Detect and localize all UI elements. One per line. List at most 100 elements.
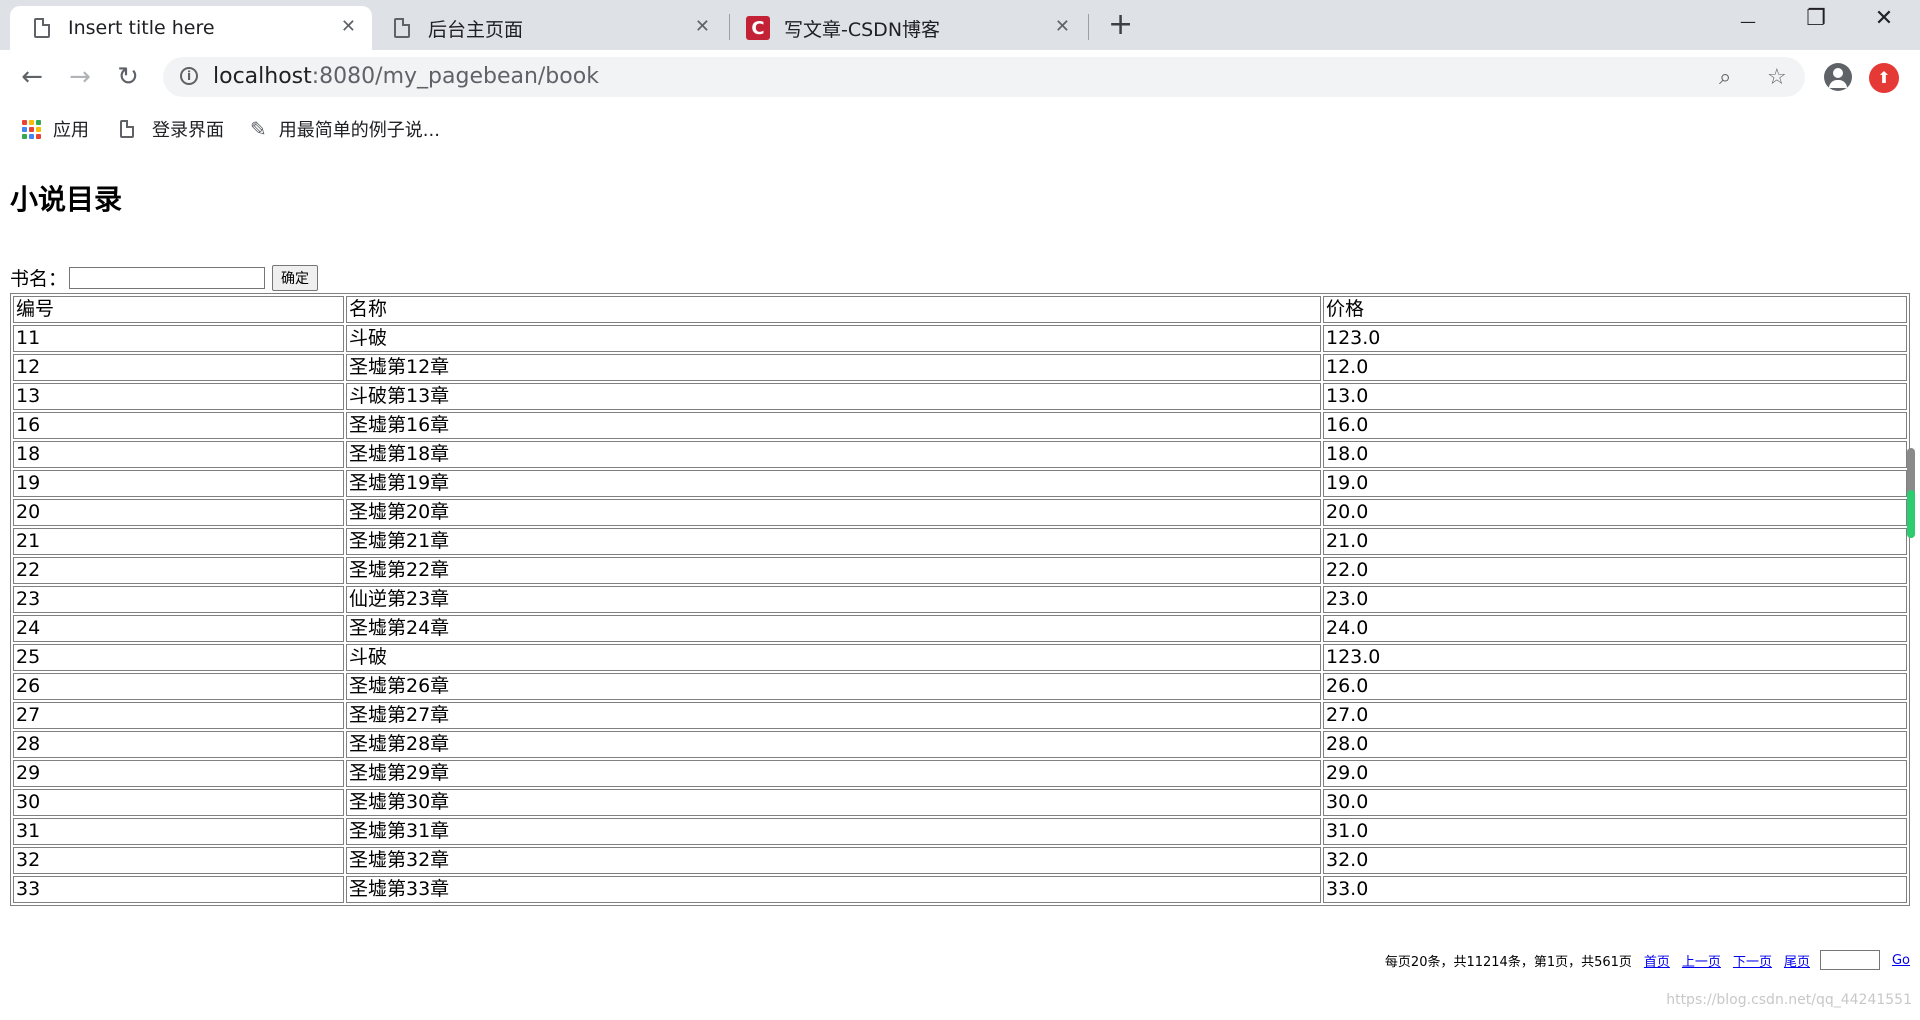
table-header-row: 编号 名称 价格 [13, 296, 1907, 323]
tab-strip: Insert title here ✕ 后台主页面 ✕ C 写文章-CSDN博客… [0, 0, 1920, 50]
apps-icon [22, 119, 41, 139]
cell-price: 18.0 [1323, 441, 1907, 468]
cell-price: 22.0 [1323, 557, 1907, 584]
cell-price: 21.0 [1323, 528, 1907, 555]
tab-csdn[interactable]: C 写文章-CSDN博客 ✕ [732, 6, 1086, 50]
cell-name: 圣墟第30章 [346, 789, 1321, 816]
site-info-icon[interactable]: i [180, 67, 198, 85]
table-row: 22 圣墟第22章 22.0 [13, 557, 1907, 584]
reload-button[interactable]: ↻ [112, 61, 144, 93]
browser-toolbar: ← → ↻ i localhost:8080/my_pagebean/book … [0, 50, 1920, 104]
page-number-input[interactable] [1819, 950, 1880, 970]
cell-name: 圣墟第29章 [346, 760, 1321, 787]
csdn-icon: C [746, 16, 770, 40]
table-row: 27 圣墟第27章 27.0 [13, 702, 1907, 729]
column-header-price: 价格 [1323, 296, 1907, 323]
table-row: 11 斗破 123.0 [13, 325, 1907, 352]
cell-id: 21 [13, 528, 344, 555]
table-row: 24 圣墟第24章 24.0 [13, 615, 1907, 642]
url-path: :8080/my_pagebean/book [311, 64, 599, 89]
table-row: 19 圣墟第19章 19.0 [13, 470, 1907, 497]
cell-price: 33.0 [1323, 876, 1907, 903]
cell-name: 圣墟第18章 [346, 441, 1321, 468]
close-window-button[interactable]: ✕ [1854, 6, 1914, 31]
close-tab-icon[interactable]: ✕ [1055, 18, 1070, 36]
table-row: 26 圣墟第26章 26.0 [13, 673, 1907, 700]
url-text[interactable]: localhost:8080/my_pagebean/book [213, 64, 599, 89]
cell-id: 26 [13, 673, 344, 700]
table-row: 28 圣墟第28章 28.0 [13, 731, 1907, 758]
forward-button[interactable]: → [64, 61, 96, 93]
search-label: 书名： [10, 268, 68, 290]
cell-price: 13.0 [1323, 383, 1907, 410]
table-row: 18 圣墟第18章 18.0 [13, 441, 1907, 468]
cell-name: 圣墟第26章 [346, 673, 1321, 700]
next-page-link[interactable]: 下一页 [1733, 951, 1772, 970]
cell-id: 32 [13, 847, 344, 874]
cell-price: 32.0 [1323, 847, 1907, 874]
cell-name: 圣墟第33章 [346, 876, 1321, 903]
tab-admin-home[interactable]: 后台主页面 ✕ [372, 6, 726, 50]
cell-id: 28 [13, 731, 344, 758]
confirm-button[interactable]: 确定 [272, 264, 319, 291]
tab-separator [729, 14, 730, 40]
page-content: 小说目录 书名： 确定 编号 名称 价格 11 斗破 123.0 12 圣墟第12章 12… [0, 148, 1920, 1020]
book-name-input[interactable] [69, 266, 266, 289]
table-row: 16 圣墟第16章 16.0 [13, 412, 1907, 439]
cell-name: 圣墟第19章 [346, 470, 1321, 497]
search-form: 书名： 确定 [10, 264, 319, 291]
extension-icon[interactable]: ⬆ [1869, 63, 1899, 93]
cell-id: 30 [13, 789, 344, 816]
watermark: https://blog.csdn.net/qq_44241551 [1666, 992, 1912, 1008]
cell-id: 25 [13, 644, 344, 671]
back-button[interactable]: ← [16, 61, 48, 93]
tab-title: Insert title here [68, 17, 215, 39]
cell-price: 30.0 [1323, 789, 1907, 816]
cell-name: 斗破 [346, 644, 1321, 671]
bookmark-apps[interactable]: 应用 [22, 116, 89, 142]
new-tab-button[interactable]: + [1108, 10, 1133, 40]
scroll-indicator [1907, 490, 1915, 538]
first-page-link[interactable]: 首页 [1644, 951, 1670, 970]
bookmark-login[interactable]: 登录界面 [120, 116, 224, 142]
table-row: 33 圣墟第33章 33.0 [13, 876, 1907, 903]
cell-price: 26.0 [1323, 673, 1907, 700]
address-bar[interactable]: i localhost:8080/my_pagebean/book ⌕ ☆ [163, 57, 1805, 97]
close-tab-icon[interactable]: ✕ [695, 18, 710, 36]
cell-price: 28.0 [1323, 731, 1907, 758]
table-row: 23 仙逆第23章 23.0 [13, 586, 1907, 613]
cell-name: 圣墟第22章 [346, 557, 1321, 584]
bookmark-star-icon[interactable]: ☆ [1767, 65, 1787, 90]
restore-button[interactable]: ❐ [1786, 6, 1846, 31]
cell-name: 斗破第13章 [346, 383, 1321, 410]
prev-page-link[interactable]: 上一页 [1682, 951, 1721, 970]
cell-id: 12 [13, 354, 344, 381]
table-row: 13 斗破第13章 13.0 [13, 383, 1907, 410]
cell-id: 13 [13, 383, 344, 410]
last-page-link[interactable]: 尾页 [1784, 951, 1810, 970]
cell-name: 圣墟第24章 [346, 615, 1321, 642]
bookmarks-bar: 应用 登录界面 ✎ 用最简单的例子说... [0, 104, 1920, 149]
close-tab-icon[interactable]: ✕ [341, 18, 356, 36]
go-link[interactable]: Go [1892, 953, 1910, 968]
cell-name: 圣墟第32章 [346, 847, 1321, 874]
minimize-button[interactable]: — [1718, 12, 1778, 31]
cell-price: 16.0 [1323, 412, 1907, 439]
cell-price: 12.0 [1323, 354, 1907, 381]
cell-id: 16 [13, 412, 344, 439]
cell-name: 圣墟第20章 [346, 499, 1321, 526]
page-icon [34, 18, 50, 38]
page-title: 小说目录 [10, 183, 123, 216]
column-header-name: 名称 [346, 296, 1321, 323]
zoom-icon[interactable]: ⌕ [1719, 65, 1731, 90]
profile-avatar-icon[interactable] [1824, 63, 1852, 91]
cell-name: 仙逆第23章 [346, 586, 1321, 613]
cell-price: 123.0 [1323, 644, 1907, 671]
tab-insert-title[interactable]: Insert title here ✕ [10, 6, 372, 50]
cell-id: 33 [13, 876, 344, 903]
bookmark-article[interactable]: ✎ 用最简单的例子说... [250, 116, 440, 142]
book-table: 编号 名称 价格 11 斗破 123.0 12 圣墟第12章 12.0 13 斗破第13章 13… [10, 293, 1910, 906]
cell-id: 19 [13, 470, 344, 497]
table-row: 30 圣墟第30章 30.0 [13, 789, 1907, 816]
bookmark-label: 应用 [53, 120, 89, 141]
